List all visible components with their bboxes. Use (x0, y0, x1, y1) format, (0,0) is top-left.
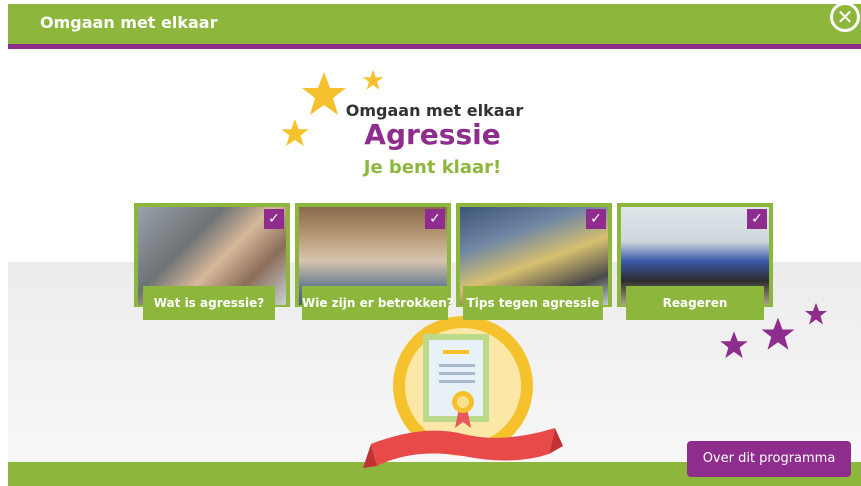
completion-status: Je bent klaar! (363, 157, 502, 178)
star-icon (805, 303, 827, 325)
page-title: Agressie (364, 118, 501, 151)
star-icon (761, 317, 795, 350)
close-button[interactable]: ✕ (830, 2, 860, 32)
lesson-label[interactable]: Wie zijn er betrokken? (302, 286, 454, 320)
app-title: Omgaan met elkaar (40, 13, 218, 32)
check-icon: ✓ (586, 209, 606, 229)
close-icon: ✕ (836, 5, 854, 29)
lesson-label[interactable]: Wat is agressie? (143, 286, 275, 320)
app-frame: Omgaan met elkaar ✓ ✓ ✓ ✓ Wat is agressi… (8, 0, 861, 486)
header-bar: Omgaan met elkaar (8, 4, 861, 44)
lesson-label[interactable]: Tips tegen agressie (463, 286, 603, 320)
star-icon (720, 331, 748, 359)
about-program-button[interactable]: Over dit programma (687, 441, 851, 477)
check-icon: ✓ (264, 209, 284, 229)
check-icon: ✓ (747, 209, 767, 229)
check-icon: ✓ (425, 209, 445, 229)
certificate-icon (363, 316, 563, 468)
header-divider (8, 44, 861, 49)
lesson-label[interactable]: Reageren (626, 286, 764, 320)
star-icon (362, 69, 384, 90)
